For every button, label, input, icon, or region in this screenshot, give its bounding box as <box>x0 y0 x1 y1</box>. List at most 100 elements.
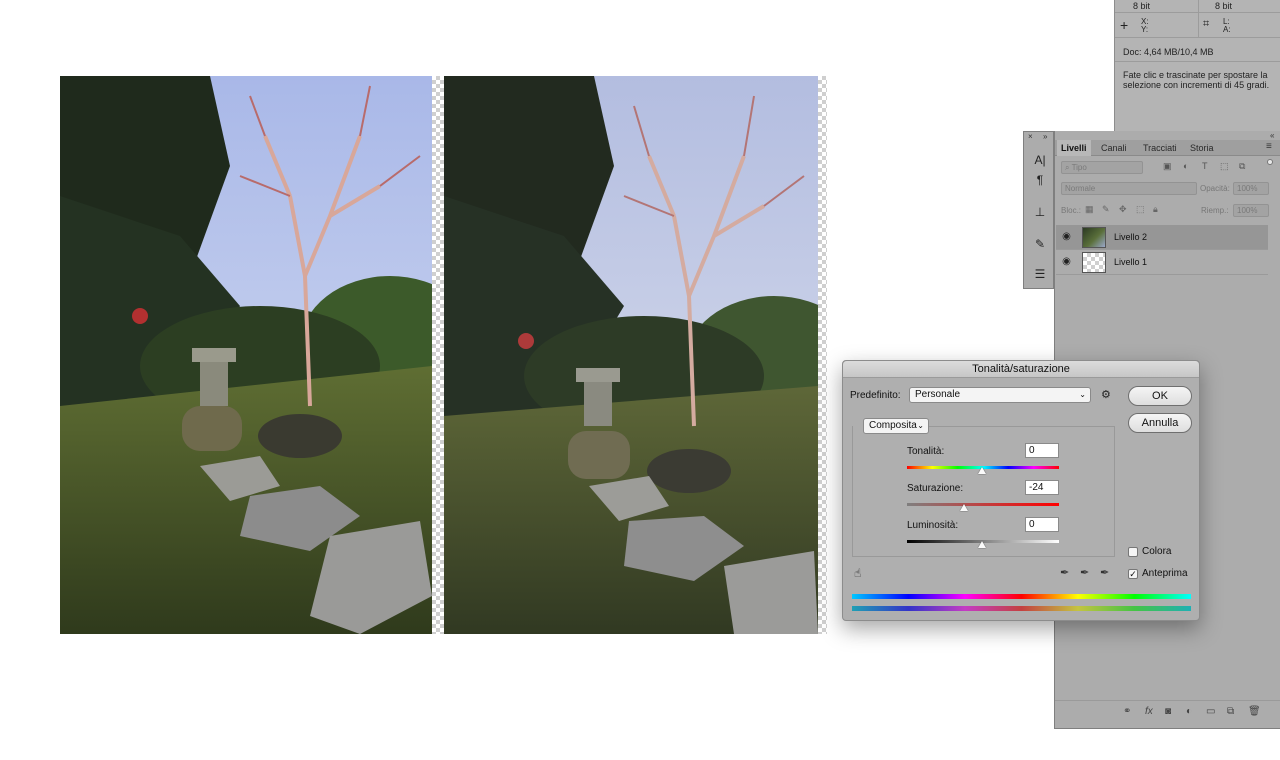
channel-value: Composita <box>869 420 917 431</box>
dialog-title: Tonalità/saturazione <box>843 361 1199 378</box>
character-panel-icon[interactable]: A| <box>1032 152 1048 168</box>
transparency-strip-left <box>432 76 444 634</box>
hue-label: Tonalità: <box>907 446 945 457</box>
layer-name[interactable]: Livello 1 <box>1114 250 1147 275</box>
saturation-slider-knob[interactable] <box>960 504 968 511</box>
saturation-label: Saturazione: <box>907 483 964 494</box>
link-layers-icon[interactable]: ⚭ <box>1123 706 1131 717</box>
document-size: Doc: 4,64 MB/10,4 MB <box>1123 47 1214 57</box>
fill-label: Riemp.: <box>1201 206 1229 215</box>
crosshair-icon: + <box>1120 17 1129 33</box>
filter-adjustment-icon[interactable]: ◐ <box>1183 161 1188 171</box>
filter-image-icon[interactable]: ▣ <box>1163 161 1172 172</box>
eyedropper-icon[interactable]: ✒︎ <box>1060 566 1069 579</box>
search-icon: ⌕ <box>1065 163 1070 172</box>
crop-size-icon: ⌗ <box>1203 18 1210 30</box>
transparency-strip-right <box>818 76 827 634</box>
layer-thumbnail <box>1082 252 1106 273</box>
preset-select[interactable]: Personale ⌄ <box>909 387 1091 403</box>
close-panel-icon[interactable]: × <box>1028 132 1033 141</box>
hue-saturation-dialog: Tonalità/saturazione Predefinito: Person… <box>842 360 1200 621</box>
layer-name[interactable]: Livello 2 <box>1114 225 1147 250</box>
info-divider <box>1198 13 1199 38</box>
saturation-slider-track[interactable] <box>907 503 1059 506</box>
channel-select[interactable]: Composita ⌄ <box>863 418 929 434</box>
lightness-label: Luminosità: <box>907 520 959 531</box>
lock-artboard-icon[interactable]: ⬚ <box>1136 204 1145 215</box>
lock-all-icon[interactable]: 🔒︎ <box>1153 204 1158 215</box>
lightness-input[interactable]: 0 <box>1025 517 1059 532</box>
layer-filter-select[interactable]: ⌕ Tipo <box>1061 161 1143 174</box>
hue-input[interactable]: 0 <box>1025 443 1059 458</box>
ok-button[interactable]: OK <box>1128 386 1192 406</box>
clone-source-icon[interactable]: ⊥ <box>1032 204 1048 220</box>
bit-depth-left: 8 bit <box>1133 1 1151 11</box>
lock-transparent-icon[interactable]: ▦ <box>1085 204 1094 215</box>
tab-livelli[interactable]: Livelli <box>1057 140 1091 156</box>
colorize-checkbox[interactable] <box>1128 547 1138 557</box>
info-divider <box>1198 0 1199 13</box>
new-adjustment-icon[interactable]: ◐ <box>1186 706 1192 717</box>
filter-shape-icon[interactable]: ⬚ <box>1220 161 1229 172</box>
layer-row-livello-1[interactable]: ◉ Livello 1 <box>1056 250 1268 275</box>
blend-mode-select[interactable]: Normale <box>1061 182 1197 195</box>
hue-slider-knob[interactable] <box>978 467 986 474</box>
filter-type-icon[interactable]: T <box>1202 161 1208 171</box>
collapse-panel-icon[interactable]: » <box>1043 132 1047 141</box>
preview-checkbox[interactable]: ✓ <box>1128 569 1138 579</box>
blend-mode-value: Normale <box>1065 184 1096 193</box>
eyedropper-plus-icon[interactable]: ✒︎ <box>1080 566 1089 579</box>
layer-filter-placeholder: Tipo <box>1071 163 1087 172</box>
lock-pixels-icon[interactable]: ✎ <box>1102 204 1110 215</box>
cancel-button[interactable]: Annulla <box>1128 413 1192 433</box>
bit-depth-right: 8 bit <box>1215 1 1233 11</box>
delete-layer-icon[interactable]: 🗑︎ <box>1248 706 1261 717</box>
photo-adjusted <box>444 76 818 634</box>
gear-icon[interactable]: ⚙︎ <box>1101 388 1111 401</box>
saturation-input[interactable]: -24 <box>1025 480 1059 495</box>
adjustments-icon[interactable]: ☰ <box>1032 266 1048 282</box>
fill-value: 100% <box>1237 206 1258 215</box>
photo-original <box>60 76 432 634</box>
tab-canali[interactable]: Canali <box>1097 140 1131 156</box>
panel-menu-icon[interactable]: ≡ <box>1266 141 1272 152</box>
y-label: Y: <box>1141 25 1149 34</box>
hand-icon[interactable]: ☝︎ <box>854 566 861 580</box>
opacity-value: 100% <box>1237 184 1258 193</box>
eye-icon[interactable]: ◉ <box>1061 256 1072 267</box>
new-layer-icon[interactable]: ⧉ <box>1227 706 1234 717</box>
fill-field[interactable]: 100% <box>1233 204 1269 217</box>
garden-photo-left <box>60 76 432 634</box>
eye-icon[interactable]: ◉ <box>1061 231 1072 242</box>
info-bit-row: 8 bit 8 bit <box>1115 0 1280 13</box>
brush-presets-icon[interactable]: ✎ <box>1032 236 1048 252</box>
add-mask-icon[interactable]: ◙ <box>1165 706 1171 717</box>
garden-photo-right <box>444 76 818 634</box>
tab-storia[interactable]: Storia <box>1186 140 1218 156</box>
paragraph-panel-icon[interactable]: ¶ <box>1032 172 1048 188</box>
collapse-layers-icon[interactable]: « <box>1270 131 1274 140</box>
layer-style-icon[interactable]: fx <box>1145 706 1153 717</box>
filter-smart-icon[interactable]: ⧉ <box>1239 161 1245 172</box>
lightness-slider-knob[interactable] <box>978 541 986 548</box>
lock-position-icon[interactable]: ✥ <box>1119 204 1127 215</box>
new-group-icon[interactable]: ▭ <box>1206 706 1215 717</box>
filter-toggle-icon[interactable] <box>1267 159 1273 165</box>
info-panel: 8 bit 8 bit + X: Y: ⌗ L: A: Doc: 4,64 MB… <box>1114 0 1280 131</box>
adjust-group-box <box>852 426 1115 557</box>
chevron-down-icon: ⌄ <box>917 421 924 430</box>
layer-row-livello-2[interactable]: ◉ Livello 2 <box>1056 225 1268 250</box>
tool-hint: Fate clic e trascinate per spostare la s… <box>1123 70 1270 90</box>
preview-label: Anteprima <box>1142 568 1188 579</box>
layers-bottom-bar: ⚭ fx ◙ ◐ ▭ ⧉ 🗑︎ <box>1055 700 1280 722</box>
chevron-down-icon: ⌄ <box>1079 390 1086 399</box>
spectrum-bar-input <box>852 594 1191 599</box>
opacity-field[interactable]: 100% <box>1233 182 1269 195</box>
tab-tracciati[interactable]: Tracciati <box>1139 140 1181 156</box>
preset-value: Personale <box>915 389 961 400</box>
opacity-label: Opacità: <box>1200 184 1230 193</box>
eyedropper-minus-icon[interactable]: ✒︎ <box>1100 566 1109 579</box>
lock-label: Bloc.: <box>1061 206 1082 215</box>
panel-icon-strip: × » A| ¶ ⊥ ✎ ☰ <box>1023 131 1054 289</box>
info-doc-row: Doc: 4,64 MB/10,4 MB <box>1115 38 1280 62</box>
